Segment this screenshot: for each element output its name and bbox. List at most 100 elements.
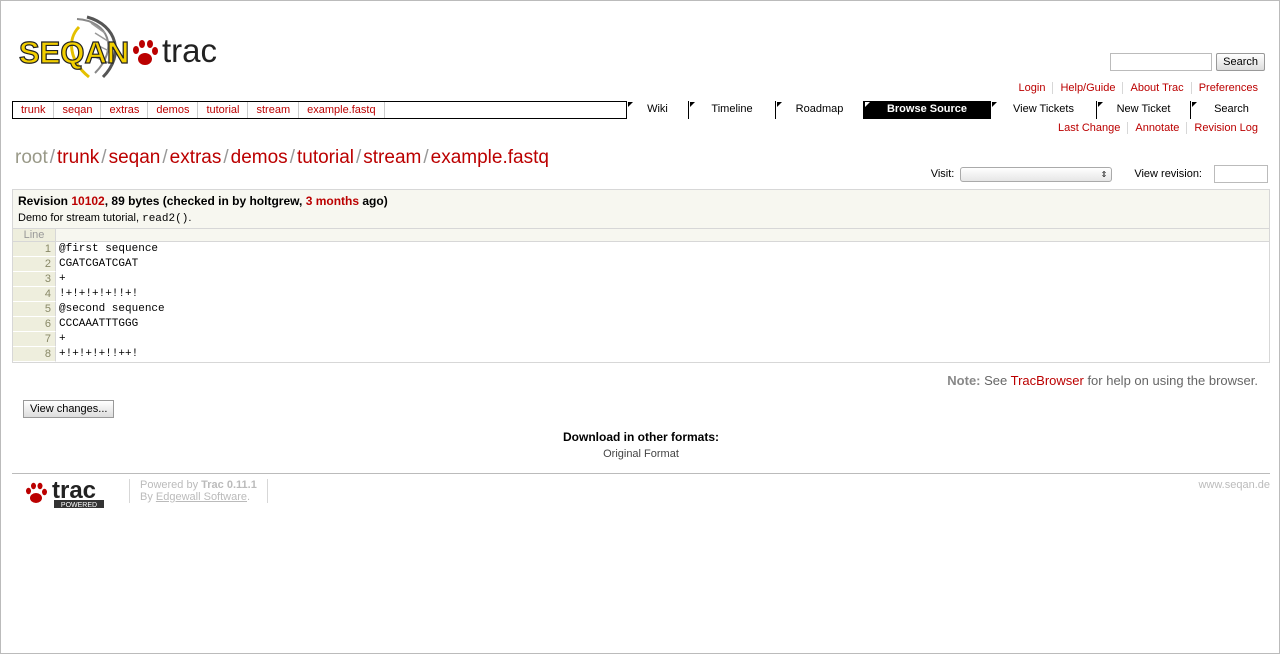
code-line-text: + bbox=[59, 333, 66, 345]
title-link-tutorial[interactable]: tutorial bbox=[297, 147, 354, 168]
revision-controls: Visit: ⇕ View revision: bbox=[931, 165, 1268, 183]
powered-by-label: Powered by bbox=[140, 479, 202, 491]
code-line-row: 6 CCCAAATTTGGG bbox=[13, 317, 1269, 332]
note-label: Note: bbox=[947, 373, 981, 388]
navigation-bar: trunk seqan extras demos tutorial stream… bbox=[12, 101, 1272, 119]
search-button[interactable]: Search bbox=[1216, 53, 1265, 71]
commit-message-code: read2() bbox=[142, 213, 189, 225]
revision-link[interactable]: 10102 bbox=[71, 194, 104, 208]
title-link-seqan[interactable]: seqan bbox=[109, 147, 161, 168]
revision-details: , 89 bytes (checked in by holtgrew, bbox=[104, 194, 306, 208]
download-title: Download in other formats: bbox=[563, 430, 719, 444]
title-link-example-fastq[interactable]: example.fastq bbox=[431, 147, 549, 168]
nav-tab-timeline[interactable]: Timeline bbox=[688, 101, 775, 119]
help-guide-link[interactable]: Help/Guide bbox=[1052, 82, 1122, 94]
title-link-extras[interactable]: extras bbox=[170, 147, 222, 168]
code-line-row: 4 !+!+!+!+!!+! bbox=[13, 287, 1269, 302]
path-link-tutorial[interactable]: tutorial bbox=[198, 102, 249, 118]
search-input[interactable] bbox=[1110, 53, 1213, 71]
page-title-path: root / trunk / seqan / extras / demos / tutorial / s… bbox=[15, 146, 549, 168]
revision-info: Revision 10102, 89 bytes (checked in by … bbox=[12, 189, 1270, 229]
path-link-demos[interactable]: demos bbox=[148, 102, 199, 118]
revision-log-link[interactable]: Revision Log bbox=[1186, 122, 1265, 134]
code-line-text: + bbox=[59, 273, 66, 285]
site-link[interactable]: www.seqan.de bbox=[1198, 479, 1270, 491]
note-post: for help on using the browser. bbox=[1083, 373, 1258, 388]
company-end: . bbox=[247, 491, 251, 503]
path-link-stream[interactable]: stream bbox=[248, 102, 300, 118]
commit-message-text: Demo for stream tutorial, bbox=[18, 212, 143, 224]
view-revision-label: View revision: bbox=[1134, 168, 1202, 180]
commit-message-end: . bbox=[188, 212, 192, 224]
nav-tab-view-tickets[interactable]: View Tickets bbox=[990, 101, 1096, 119]
logo-trac-text: trac bbox=[162, 32, 217, 69]
code-line-text: !+!+!+!+!!+! bbox=[59, 288, 139, 300]
title-link-stream[interactable]: stream bbox=[363, 147, 421, 168]
footer-powered-text: POWERED bbox=[61, 502, 97, 509]
path-link-extras[interactable]: extras bbox=[101, 102, 149, 118]
view-revision-input[interactable] bbox=[1214, 165, 1268, 183]
line-number-link[interactable]: 3 bbox=[13, 272, 56, 287]
select-arrows-icon: ⇕ bbox=[1100, 169, 1108, 179]
about-trac-link[interactable]: About Trac bbox=[1122, 82, 1190, 94]
context-nav: Last Change Annotate Revision Log bbox=[1051, 122, 1265, 134]
help-note: Note: See TracBrowser for help on using … bbox=[947, 373, 1258, 388]
tracbrowser-link[interactable]: TracBrowser bbox=[1011, 373, 1084, 388]
code-line-text: CGATCGATCGAT bbox=[59, 258, 139, 270]
path-breadcrumb: trunk seqan extras demos tutorial stream… bbox=[13, 102, 385, 118]
code-line-row: 8 +!+!+!+!!++! bbox=[13, 347, 1269, 362]
meta-nav: Login Help/Guide About Trac Preferences bbox=[1012, 82, 1265, 94]
code-line-row: 7 + bbox=[13, 332, 1269, 347]
line-number-link[interactable]: 1 bbox=[13, 242, 56, 257]
revision-line: Revision 10102, 89 bytes (checked in by … bbox=[18, 193, 1264, 209]
title-link-trunk[interactable]: trunk bbox=[57, 147, 99, 168]
path-link-trunk[interactable]: trunk bbox=[13, 102, 55, 118]
title-link-demos[interactable]: demos bbox=[231, 147, 288, 168]
trac-powered-logo[interactable]: trac POWERED bbox=[24, 477, 108, 509]
logo-seqan-text: SEQAN bbox=[19, 35, 129, 70]
revision-suffix: ago) bbox=[359, 194, 388, 208]
line-number-link[interactable]: 5 bbox=[13, 302, 56, 317]
revision-prefix: Revision bbox=[18, 194, 72, 208]
line-number-link[interactable]: 8 bbox=[13, 347, 56, 362]
code-line-row: 3 + bbox=[13, 272, 1269, 287]
code-line-row: 5 @second sequence bbox=[13, 302, 1269, 317]
preferences-link[interactable]: Preferences bbox=[1190, 82, 1265, 94]
nav-tab-search[interactable]: Search bbox=[1190, 101, 1272, 119]
file-content-table: Line 1 @first sequence 2 CGATCGATCGAT 3 +4 !+!… bbox=[12, 228, 1270, 363]
trac-version-link[interactable]: Trac 0.11.1 bbox=[201, 479, 257, 491]
visit-select[interactable]: ⇕ bbox=[960, 166, 1113, 182]
line-number-link[interactable]: 6 bbox=[13, 317, 56, 332]
nav-tab-browse-source[interactable]: Browse Source bbox=[863, 101, 990, 119]
path-link-seqan[interactable]: seqan bbox=[54, 102, 102, 118]
edgewall-link[interactable]: Edgewall Software bbox=[156, 491, 247, 503]
nav-tab-wiki[interactable]: Wiki bbox=[626, 101, 688, 119]
code-line-text: @first sequence bbox=[59, 243, 159, 255]
main-nav: Wiki Timeline Roadmap Browse Source View… bbox=[626, 101, 1272, 119]
code-line-text: CCCAAATTTGGG bbox=[59, 318, 139, 330]
line-number-link[interactable]: 7 bbox=[13, 332, 56, 347]
search-form: Search bbox=[1110, 53, 1265, 71]
code-line-row: 1 @first sequence bbox=[13, 242, 1269, 257]
path-root-link[interactable]: root bbox=[15, 147, 48, 168]
code-line-text: @second sequence bbox=[59, 303, 165, 315]
annotate-link[interactable]: Annotate bbox=[1127, 122, 1186, 134]
view-changes-button[interactable]: View changes... bbox=[23, 400, 115, 418]
line-column-header: Line bbox=[13, 229, 56, 241]
original-format-link[interactable]: Original Format bbox=[603, 448, 679, 460]
code-line-row: 2 CGATCGATCGAT bbox=[13, 257, 1269, 272]
commit-message: Demo for stream tutorial, read2(). bbox=[18, 209, 1264, 228]
nav-tab-roadmap[interactable]: Roadmap bbox=[775, 101, 863, 119]
login-link[interactable]: Login bbox=[1012, 82, 1053, 94]
last-change-link[interactable]: Last Change bbox=[1051, 122, 1127, 134]
path-link-example-fastq[interactable]: example.fastq bbox=[299, 102, 385, 118]
revision-age-link[interactable]: 3 months bbox=[306, 194, 359, 208]
code-line-text: +!+!+!+!!++! bbox=[59, 348, 139, 360]
line-number-link[interactable]: 4 bbox=[13, 287, 56, 302]
by-label: By bbox=[140, 491, 156, 503]
seqan-trac-logo[interactable]: SEQAN trac bbox=[17, 11, 229, 83]
download-formats: Download in other formats: Original Form… bbox=[1, 429, 1280, 463]
nav-tab-new-ticket[interactable]: New Ticket bbox=[1096, 101, 1190, 119]
line-number-link[interactable]: 2 bbox=[13, 257, 56, 272]
note-pre: See bbox=[980, 373, 1011, 388]
